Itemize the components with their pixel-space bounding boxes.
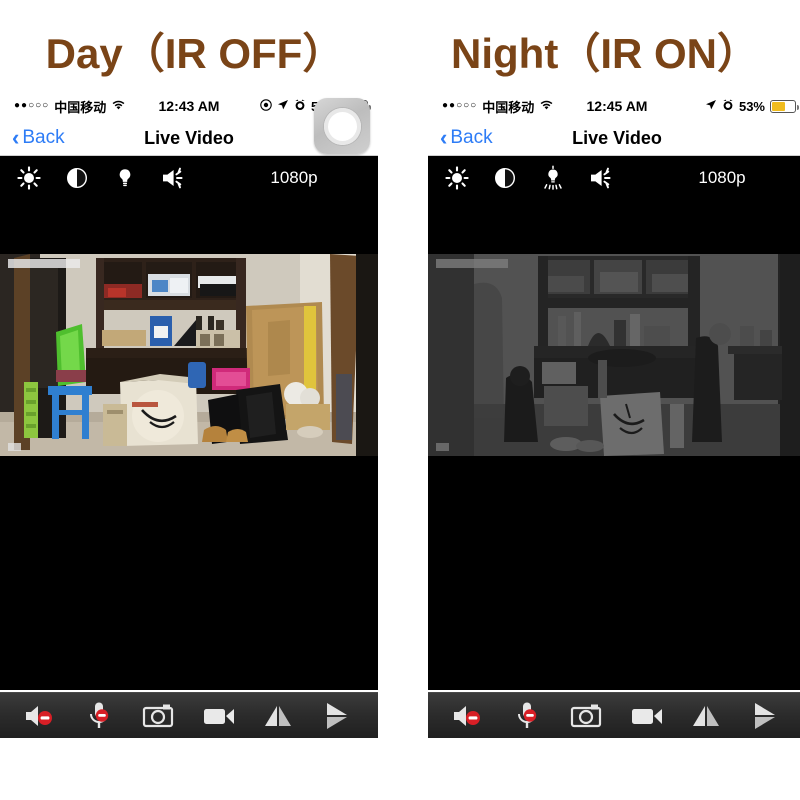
video-timestamp-overlay <box>436 259 508 268</box>
control-bar: 1080p <box>428 156 800 200</box>
bottom-toolbar <box>0 692 378 738</box>
camera-scene-night <box>428 254 800 456</box>
mic-mute-button[interactable] <box>507 700 547 732</box>
page-title: Live Video <box>572 128 662 148</box>
record-button[interactable] <box>199 700 239 732</box>
status-bar: ●●○○○ 中国移动 12:45 AM 53% <box>428 92 800 120</box>
camera-scene-day <box>0 254 378 456</box>
phone-panel-night: ●●○○○ 中国移动 12:45 AM 53% ‹ Back Live Vide… <box>428 92 800 738</box>
status-bar-right: 53% <box>705 98 799 114</box>
battery-percent-label: 53% <box>738 98 765 114</box>
snapshot-button[interactable] <box>567 700 607 732</box>
flip-button[interactable] <box>318 700 358 732</box>
comparison-stage: Day（IR OFF） Night（IR ON） ●●○○○ 中国移动 12:4… <box>0 0 800 800</box>
video-frame-night <box>428 254 800 456</box>
resolution-label: 1080p <box>270 168 318 187</box>
flip-button[interactable] <box>746 700 786 732</box>
camera-lens-icon[interactable] <box>314 98 370 154</box>
location-arrow-icon <box>277 99 289 113</box>
mirror-button[interactable] <box>686 700 726 732</box>
caption-night: Night（IR ON） <box>451 30 759 77</box>
speaker-mute-button[interactable] <box>448 700 488 732</box>
mic-mute-button[interactable] <box>79 700 119 732</box>
video-frame-day <box>0 254 378 456</box>
do-not-disturb-icon <box>260 99 272 113</box>
video-viewport[interactable] <box>0 200 378 690</box>
video-timestamp-overlay <box>8 259 80 268</box>
caption-day: Day（IR OFF） <box>45 30 345 77</box>
video-badge-overlay <box>8 443 21 451</box>
battery-icon <box>770 99 799 113</box>
video-viewport[interactable] <box>428 200 800 690</box>
alarm-clock-icon <box>722 99 734 113</box>
phone-panel-day: ●●○○○ 中国移动 12:43 AM 54% <box>0 92 378 738</box>
resolution-label: 1080p <box>698 168 746 187</box>
control-bar: 1080p <box>0 156 378 200</box>
nav-bar: ‹ Back Live Video <box>428 120 800 156</box>
camera-lens-ring <box>323 107 361 145</box>
record-button[interactable] <box>627 700 667 732</box>
video-badge-overlay <box>436 443 449 451</box>
bottom-toolbar <box>428 692 800 738</box>
location-arrow-icon <box>705 99 717 113</box>
speaker-mute-button[interactable] <box>20 700 60 732</box>
snapshot-button[interactable] <box>139 700 179 732</box>
alarm-clock-icon <box>294 99 306 113</box>
mirror-button[interactable] <box>258 700 298 732</box>
